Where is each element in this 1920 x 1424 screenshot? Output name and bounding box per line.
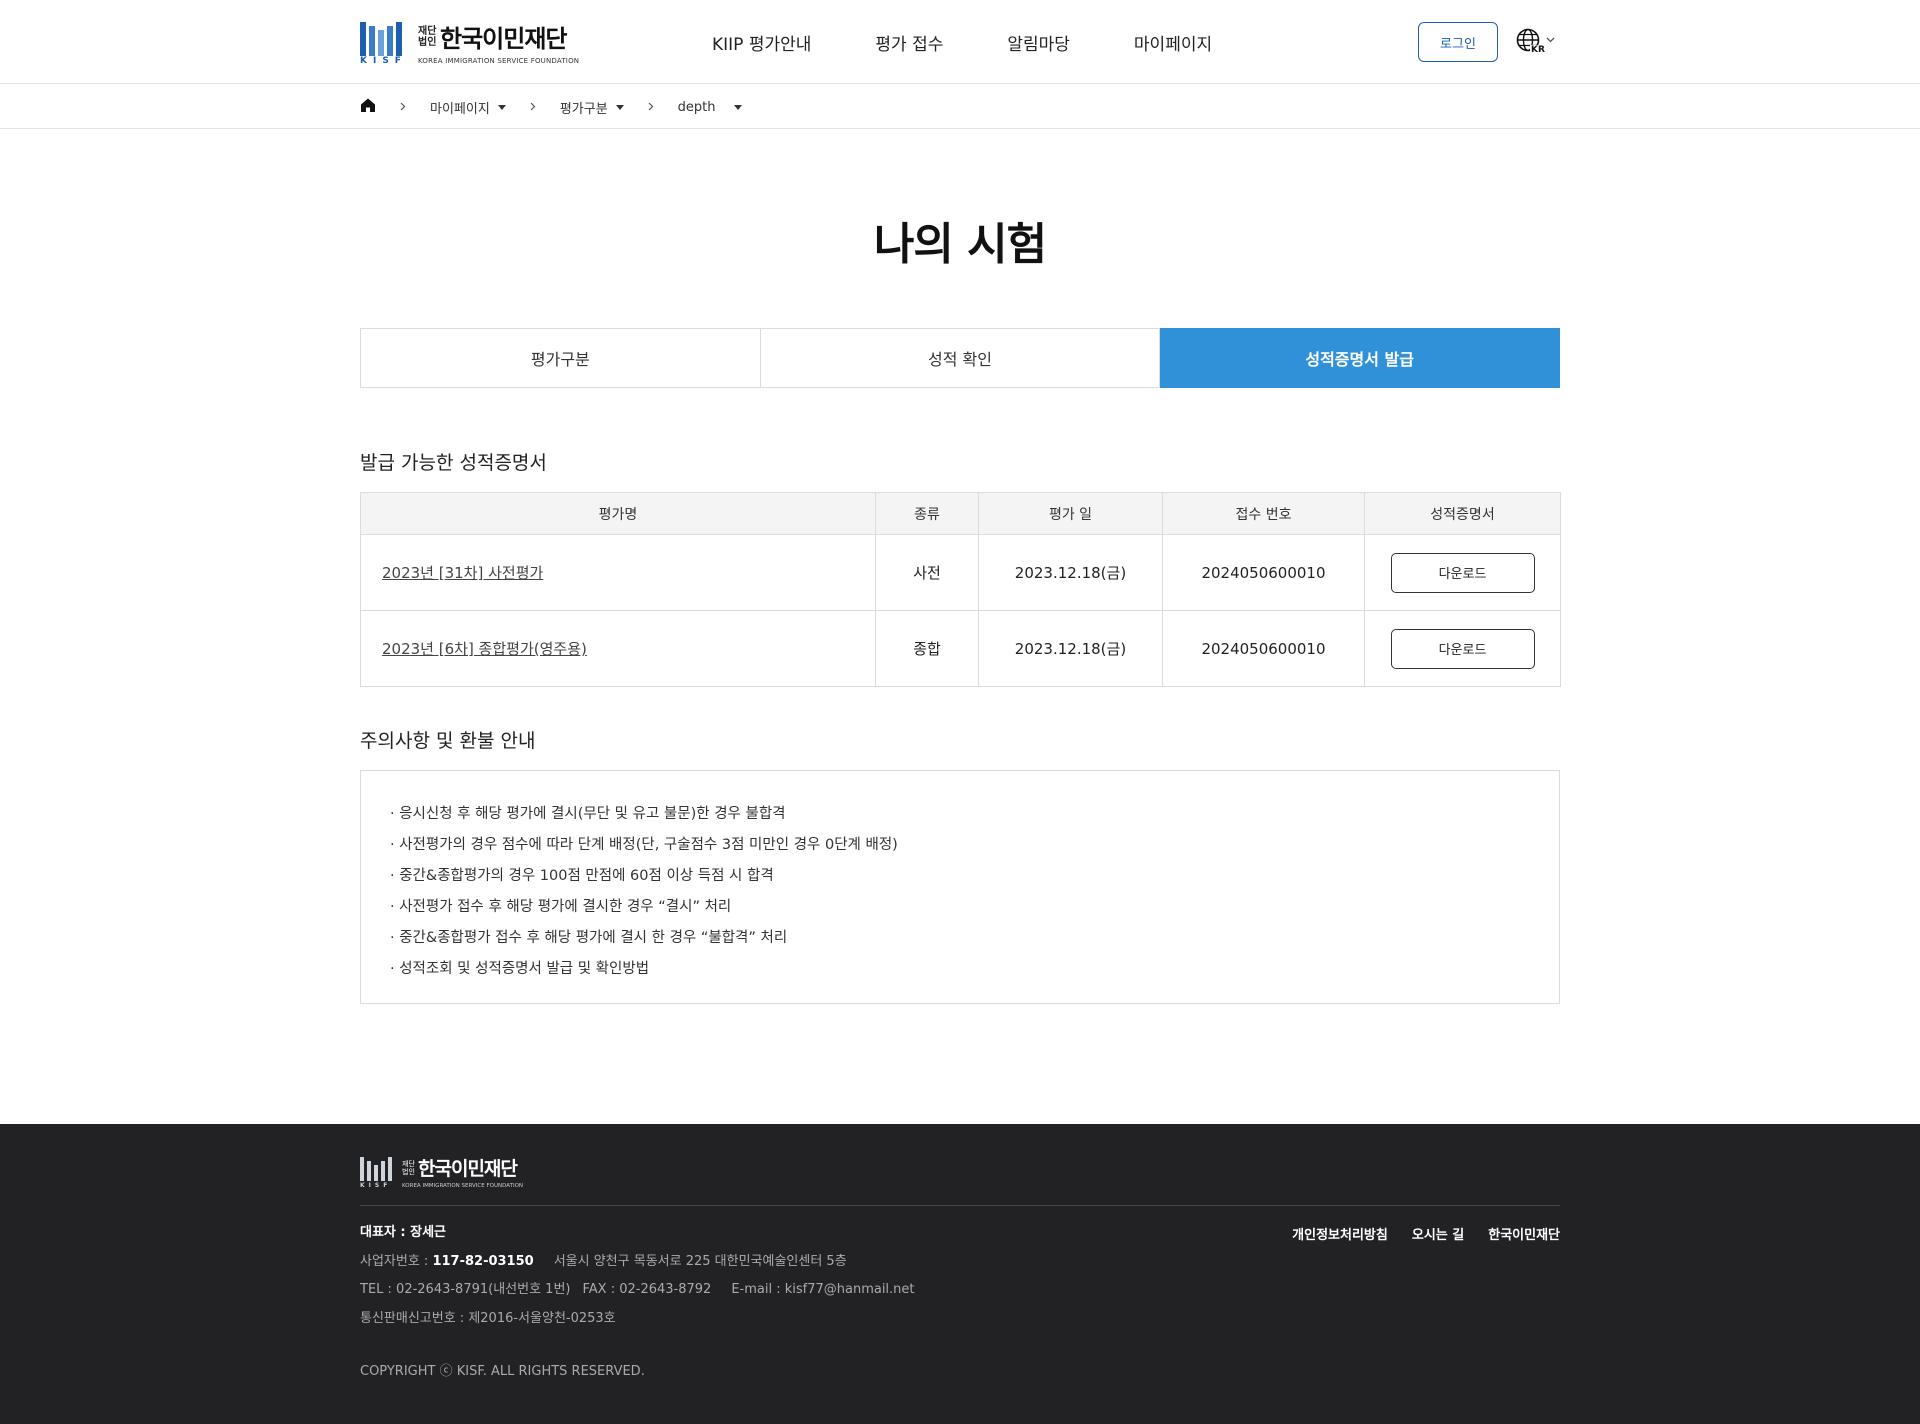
footer-business-number: 117-82-03150 — [432, 1253, 534, 1269]
footer-links: 개인정보처리방침 오시는 길 한국이민재단 — [1268, 1224, 1560, 1243]
notice-section-title: 주의사항 및 환불 안내 — [360, 730, 536, 752]
footer-email: E-mail : kisf77@hanmail.net — [731, 1282, 915, 1297]
logo-small-bottom: 법인 — [418, 36, 437, 48]
chevron-right-icon — [530, 100, 536, 114]
chevron-right-icon — [648, 100, 654, 114]
main-nav: KIIP 평가안내 평가 접수 알림마당 마이페이지 — [712, 30, 1276, 55]
tab-certificate-issue[interactable]: 성적증명서 발급 — [1160, 328, 1561, 388]
notice-item: · 성적조회 및 성적증명서 발급 및 확인방법 — [390, 961, 650, 977]
notice-box: · 응시신청 후 해당 평가에 결시(무단 및 유고 불문)한 경우 불합격 ·… — [360, 770, 1560, 1004]
receipt-number-cell: 2024050600010 — [1162, 534, 1365, 611]
footer-logo-small-top: 재단 — [402, 1159, 415, 1168]
notice-item: · 사전평가 접수 후 해당 평가에 결시한 경우 “결시” 처리 — [390, 899, 732, 915]
nav-kiip-guide[interactable]: KIIP 평가안내 — [712, 30, 811, 55]
breadcrumb: 마이페이지 평가구분 depth — [0, 85, 1920, 129]
nav-exam-registration[interactable]: 평가 접수 — [875, 30, 943, 55]
table-header-row: 평가명 종류 평가 일 접수 번호 성적증명서 — [360, 492, 1561, 535]
footer-divider — [360, 1205, 1560, 1206]
footer-copyright: COPYRIGHT ⓒ KISF. ALL RIGHTS RESERVED. — [360, 1364, 645, 1379]
download-button[interactable]: 다운로드 — [1390, 552, 1535, 593]
tab-score-check[interactable]: 성적 확인 — [760, 328, 1161, 388]
site-logo[interactable]: KISF 재단 법인 한국이민재단 KOREA IMMIGRATION SERV… — [360, 20, 580, 66]
chevron-down-icon — [1546, 36, 1555, 46]
caret-down-icon — [497, 104, 506, 110]
page-title: 나의 시험 — [873, 219, 1047, 270]
exam-date-cell: 2023.12.18(금) — [978, 610, 1163, 687]
exam-name-link[interactable]: 2023년 [31차] 사전평가 — [382, 564, 543, 582]
footer-link-foundation[interactable]: 한국이민재단 — [1488, 1224, 1560, 1243]
chevron-right-icon — [400, 100, 406, 114]
download-button[interactable]: 다운로드 — [1390, 628, 1535, 669]
exam-type-cell: 사전 — [875, 534, 979, 611]
notice-item: · 응시신청 후 해당 평가에 결시(무단 및 유고 불문)한 경우 불합격 — [390, 806, 786, 822]
breadcrumb-mypage[interactable]: 마이페이지 — [430, 98, 506, 117]
column-header-receipt: 접수 번호 — [1162, 492, 1365, 535]
table-row: 2023년 [6차] 종합평가(영주용) 종합 2023.12.18(금) 20… — [360, 610, 1561, 687]
tab-bar: 평가구분 성적 확인 성적증명서 발급 — [360, 328, 1561, 388]
tab-exam-type[interactable]: 평가구분 — [360, 328, 761, 388]
site-header: KISF 재단 법인 한국이민재단 KOREA IMMIGRATION SERV… — [0, 0, 1920, 84]
exam-date-cell: 2023.12.18(금) — [978, 534, 1163, 611]
footer-address: 서울시 양천구 목동서로 225 대한민국예술인센터 5층 — [553, 1253, 847, 1269]
footer-business-label: 사업자번호 : — [360, 1253, 433, 1269]
notice-item: · 중간&종합평가 접수 후 해당 평가에 결시 한 경우 “불합격” 처리 — [390, 930, 788, 946]
footer-link-directions[interactable]: 오시는 길 — [1412, 1224, 1464, 1243]
footer-mail-order: 통신판매신고번호 : 제2016-서울양천-0253호 — [360, 1310, 616, 1326]
footer-logo-subtitle: KOREA IMMIGRATION SERVICE FOUNDATION — [402, 1183, 524, 1189]
column-header-type: 종류 — [875, 492, 979, 535]
breadcrumb-exam-type[interactable]: 평가구분 — [560, 98, 624, 117]
logo-name: 한국이민재단 — [440, 25, 567, 53]
language-code: KR — [1530, 45, 1546, 55]
home-icon[interactable] — [360, 97, 376, 117]
table-row: 2023년 [31차] 사전평가 사전 2023.12.18(금) 202405… — [360, 534, 1561, 611]
footer-logo-name: 한국이민재단 — [418, 1158, 518, 1180]
footer-representative: 대표자 : 장세근 — [360, 1225, 447, 1240]
site-footer: KISF 재단 법인 한국이민재단 KOREA IMMIGRATION SERV… — [0, 1124, 1920, 1424]
kisf-logo-icon: KISF — [360, 1156, 394, 1189]
exam-type-cell: 종합 — [875, 610, 979, 687]
logo-small-top: 재단 — [418, 25, 437, 37]
certificates-section-title: 발급 가능한 성적증명서 — [360, 452, 547, 474]
kisf-logo-icon: KISF — [360, 20, 406, 66]
caret-down-icon — [615, 104, 624, 110]
receipt-number-cell: 2024050600010 — [1162, 610, 1365, 687]
notice-item: · 중간&종합평가의 경우 100점 만점에 60점 이상 득점 시 합격 — [390, 868, 774, 884]
login-button[interactable]: 로그인 — [1418, 22, 1498, 62]
footer-logo-small-bottom: 법인 — [402, 1167, 415, 1176]
breadcrumb-depth[interactable]: depth — [678, 100, 742, 115]
column-header-name: 평가명 — [360, 492, 876, 535]
column-header-certificate: 성적증명서 — [1364, 492, 1561, 535]
footer-link-privacy[interactable]: 개인정보처리방침 — [1292, 1224, 1388, 1243]
footer-fax: FAX : 02-2643-8792 — [582, 1282, 712, 1297]
exam-name-link[interactable]: 2023년 [6차] 종합평가(영주용) — [382, 640, 587, 658]
notice-item: · 사전평가의 경우 점수에 따라 단계 배정(단, 구술점수 3점 미만인 경… — [390, 837, 898, 853]
footer-info: 대표자 : 장세근 사업자번호 : 117-82-03150 서울시 양천구 목동… — [360, 1224, 915, 1338]
footer-logo: KISF 재단 법인 한국이민재단 KOREA IMMIGRATION SERV… — [360, 1154, 523, 1189]
logo-subtitle: KOREA IMMIGRATION SERVICE FOUNDATION — [418, 57, 580, 65]
certificates-table: 평가명 종류 평가 일 접수 번호 성적증명서 2023년 [31차] 사전평가… — [360, 492, 1561, 687]
caret-down-icon — [733, 104, 742, 110]
globe-icon: KR — [1516, 28, 1546, 55]
nav-mypage[interactable]: 마이페이지 — [1134, 30, 1212, 55]
language-selector[interactable]: KR — [1516, 28, 1555, 55]
footer-tel: TEL : 02-2643-8791(내선번호 1번) — [360, 1282, 571, 1297]
nav-notice[interactable]: 알림마당 — [1007, 30, 1070, 55]
column-header-date: 평가 일 — [978, 492, 1163, 535]
